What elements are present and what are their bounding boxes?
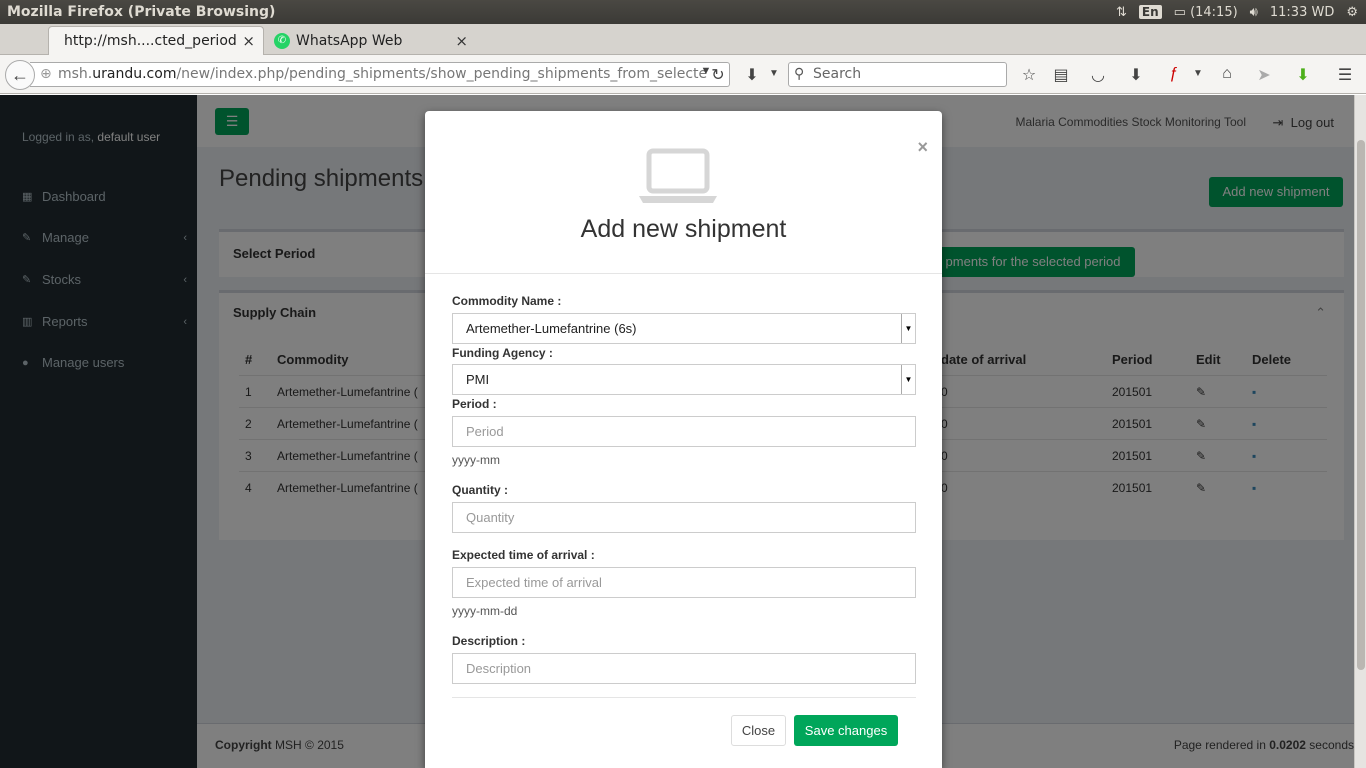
download-helper-icon[interactable]: ⬇: [1293, 65, 1313, 85]
settings-gear-icon[interactable]: ⚙: [1346, 5, 1358, 20]
description-label: Description :: [452, 634, 526, 648]
funding-agency-label: Funding Agency :: [452, 346, 553, 360]
battery-time: (14:15): [1190, 4, 1238, 20]
period-input[interactable]: Period: [452, 416, 916, 447]
description-input[interactable]: Description: [452, 653, 916, 684]
url-prefix: msh.: [58, 66, 93, 82]
whatsapp-icon: ✆: [274, 32, 290, 49]
battery-icon: ▭: [1173, 4, 1186, 20]
battery-indicator[interactable]: ▭ (14:15): [1174, 5, 1238, 20]
downloads-icon[interactable]: ⬇: [1126, 65, 1146, 85]
page-scrollbar[interactable]: [1354, 95, 1366, 768]
save-changes-button[interactable]: Save changes: [794, 715, 898, 746]
url-path: /new/index.php/pending_shipments/show_pe…: [176, 66, 708, 82]
url-domain: urandu.com: [92, 66, 177, 82]
menu-icon[interactable]: ☰: [1335, 65, 1355, 85]
tab-bar: ◕◕ http://msh....cted_period × ✆ WhatsAp…: [0, 24, 1366, 74]
description-placeholder: Description: [466, 661, 532, 676]
search-icon: ⚲: [794, 66, 805, 82]
flash-dropdown-icon[interactable]: ▼: [1188, 68, 1208, 79]
reload-icon[interactable]: ↻: [708, 65, 728, 85]
send-icon[interactable]: ➤: [1254, 65, 1274, 85]
addon-dropdown-icon[interactable]: ▼: [764, 68, 784, 79]
quantity-label: Quantity :: [452, 483, 508, 497]
tab-whatsapp[interactable]: ✆ WhatsApp Web ×: [268, 26, 476, 55]
eta-hint: yyyy-mm-dd: [452, 604, 518, 618]
eta-input[interactable]: Expected time of arrival: [452, 567, 916, 598]
commodity-select[interactable]: Artemether-Lumefantrine (6s) ▼: [452, 313, 916, 344]
period-hint: yyyy-mm: [452, 453, 500, 467]
scrollbar-thumb[interactable]: [1357, 140, 1365, 670]
search-input[interactable]: ⚲ Search: [788, 62, 1007, 87]
reading-list-icon[interactable]: ▤: [1051, 65, 1071, 85]
dropdown-arrow-icon: ▼: [901, 314, 915, 343]
add-shipment-modal: × Add new shipment Commodity Name : Arte…: [425, 111, 942, 768]
back-button[interactable]: ←: [5, 60, 35, 90]
tab-close-button[interactable]: ×: [455, 32, 468, 50]
laptop-icon: [639, 148, 717, 203]
os-top-bar: Mozilla Firefox (Private Browsing) ⇅ En …: [0, 0, 1366, 24]
url-bar[interactable]: ⊕ msh.urandu.com/new/index.php/pending_s…: [30, 62, 730, 87]
period-label: Period :: [452, 397, 497, 411]
tab-close-button[interactable]: ×: [242, 32, 255, 50]
commodity-value: Artemether-Lumefantrine (6s): [466, 321, 637, 336]
window-title: Mozilla Firefox (Private Browsing): [7, 4, 276, 20]
quantity-placeholder: Quantity: [466, 510, 515, 525]
globe-icon: ⊕: [40, 66, 52, 82]
addon-icon[interactable]: ⬇: [742, 65, 762, 85]
dropdown-arrow-icon: ▼: [901, 365, 915, 394]
bookmark-star-icon[interactable]: ☆: [1019, 65, 1039, 85]
funding-agency-value: PMI: [466, 372, 490, 387]
period-placeholder: Period: [466, 424, 504, 439]
modal-title: Add new shipment: [580, 215, 787, 243]
commodity-label: Commodity Name :: [452, 294, 562, 308]
quantity-input[interactable]: Quantity: [452, 502, 916, 533]
home-icon[interactable]: ⌂: [1217, 65, 1237, 83]
clock[interactable]: 11:33 WD: [1270, 5, 1334, 20]
close-button[interactable]: Close: [731, 715, 786, 746]
tab-title: WhatsApp Web: [296, 32, 403, 49]
modal-close-icon[interactable]: ×: [917, 137, 928, 158]
pocket-icon[interactable]: ◡: [1088, 65, 1108, 85]
navigation-bar: ⊕ msh.urandu.com/new/index.php/pending_s…: [0, 55, 1366, 94]
volume-icon[interactable]: 🔊︎: [1250, 5, 1258, 20]
search-placeholder: Search: [813, 66, 862, 82]
eta-placeholder: Expected time of arrival: [466, 575, 602, 590]
flash-icon[interactable]: ƒ: [1164, 65, 1184, 83]
modal-footer-divider: [452, 697, 916, 698]
tab-active[interactable]: http://msh....cted_period ×: [48, 26, 264, 55]
back-arrow-icon: ←: [11, 65, 29, 85]
eta-label: Expected time of arrival :: [452, 548, 595, 562]
keyboard-layout-indicator[interactable]: En: [1138, 5, 1162, 19]
modal-header-divider: [425, 273, 942, 274]
funding-agency-select[interactable]: PMI ▼: [452, 364, 916, 395]
tab-title: http://msh....cted_period: [64, 33, 237, 49]
network-icon[interactable]: ⇅: [1116, 5, 1127, 20]
